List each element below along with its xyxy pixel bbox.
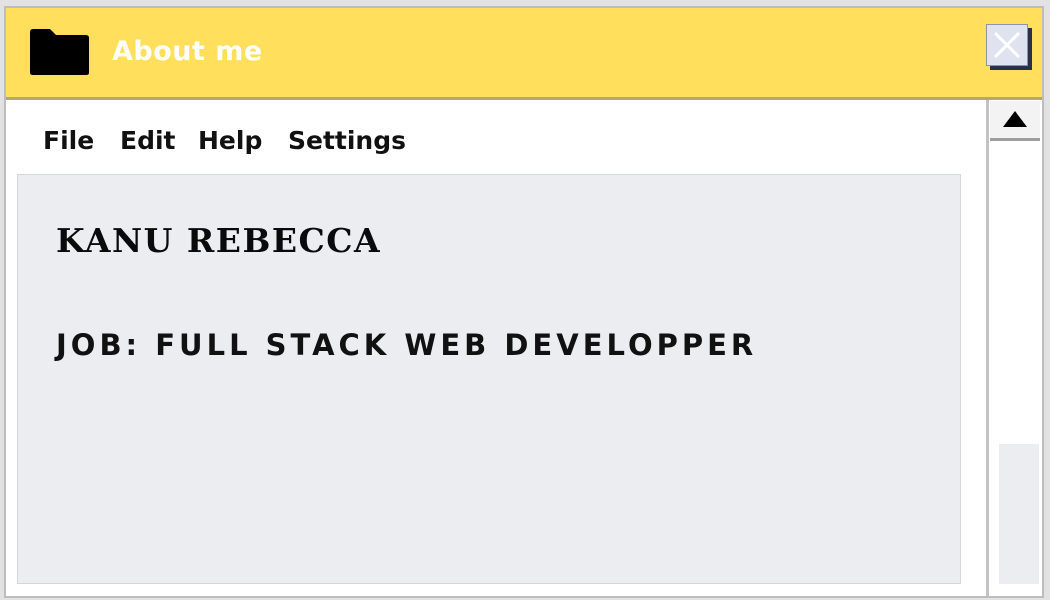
menu-item-file[interactable]: File [43, 126, 94, 156]
about-me-window: About me File Edit Help Settings KANU RE… [4, 6, 1044, 598]
close-button[interactable] [986, 24, 1028, 66]
profile-job: JOB: FULL STACK WEB DEVELOPPER [56, 328, 758, 362]
menu-item-help[interactable]: Help [198, 126, 262, 156]
folder-icon [28, 28, 90, 76]
window-title: About me [112, 36, 263, 67]
vertical-scrollbar[interactable] [986, 100, 1042, 596]
title-bar[interactable]: About me [6, 8, 1042, 100]
content-panel: KANU REBECCA JOB: FULL STACK WEB DEVELOP… [17, 174, 961, 584]
menu-bar: File Edit Help Settings [6, 100, 986, 174]
profile-name: KANU REBECCA [56, 221, 382, 260]
menu-item-edit[interactable]: Edit [120, 126, 176, 156]
scroll-thumb[interactable] [999, 444, 1039, 584]
scroll-track[interactable] [995, 144, 1039, 588]
menu-item-settings[interactable]: Settings [288, 126, 406, 156]
scroll-up-button[interactable] [990, 101, 1040, 141]
